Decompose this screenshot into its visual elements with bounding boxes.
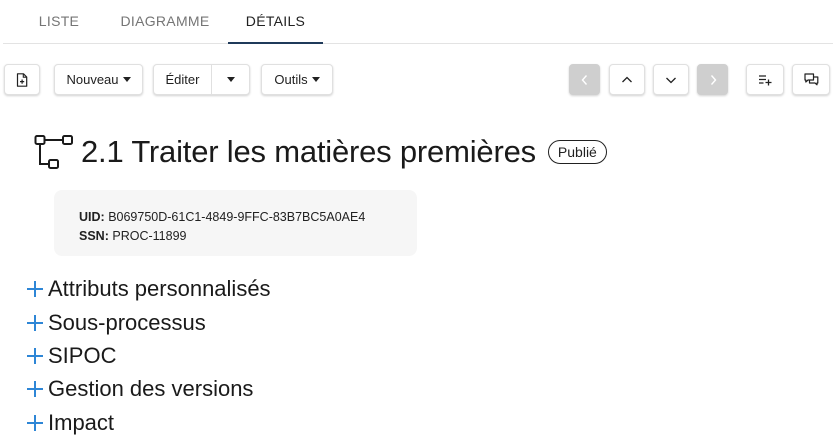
- uid-value: B069750D-61C1-4849-9FFC-83B7BC5A0AE4: [108, 210, 366, 224]
- outils-dropdown-button[interactable]: Outils: [261, 64, 333, 95]
- plus-icon: [27, 281, 43, 297]
- chevron-left-icon: [580, 74, 590, 86]
- ssn-label: SSN:: [79, 229, 109, 243]
- uid-label: UID:: [79, 210, 105, 224]
- identifier-card: UID: B069750D-61C1-4849-9FFC-83B7BC5A0AE…: [54, 190, 417, 256]
- document-button[interactable]: [4, 64, 40, 95]
- editer-button[interactable]: Éditer: [154, 65, 212, 94]
- section-label: Sous-processus: [48, 310, 206, 335]
- section-label: SIPOC: [48, 343, 117, 368]
- caret-down-icon: [122, 77, 131, 82]
- chevron-up-icon: [621, 75, 633, 85]
- previous-button[interactable]: [569, 64, 600, 95]
- ssn-row: SSN: PROC-11899: [79, 227, 417, 246]
- status-badge: Publié: [547, 140, 607, 164]
- nouveau-label: Nouveau: [66, 72, 119, 87]
- nouveau-dropdown-button[interactable]: Nouveau: [54, 64, 143, 95]
- editer-label: Éditer: [165, 72, 200, 87]
- plus-icon: [27, 415, 43, 431]
- section-attributs-personnalises[interactable]: Attributs personnalisés: [27, 274, 271, 304]
- add-to-list-button[interactable]: [746, 64, 784, 95]
- chevron-down-icon: [665, 75, 677, 85]
- editer-dropdown-toggle[interactable]: [212, 65, 249, 94]
- outils-label: Outils: [274, 72, 308, 87]
- plus-icon: [27, 315, 43, 331]
- next-button[interactable]: [697, 64, 728, 95]
- tab-details[interactable]: DÉTAILS: [228, 0, 323, 44]
- comments-button[interactable]: [792, 64, 830, 95]
- page-title: 2.1 Traiter les matières premières: [81, 134, 536, 169]
- section-sipoc[interactable]: SIPOC: [27, 341, 116, 371]
- editer-button-group: Éditer: [153, 64, 250, 95]
- playlist-add-icon: [758, 74, 772, 86]
- caret-down-icon: [311, 77, 320, 82]
- move-down-button[interactable]: [653, 64, 689, 95]
- file-document-icon: [16, 72, 28, 87]
- section-label: Impact: [48, 410, 115, 435]
- comments-icon: [803, 73, 819, 86]
- title-row: 2.1 Traiter les matières premières Publi…: [34, 132, 607, 172]
- section-impact[interactable]: Impact: [27, 408, 114, 438]
- caret-down-icon: [226, 77, 235, 82]
- tab-liste[interactable]: LISTE: [23, 0, 95, 43]
- process-tree-icon: [34, 134, 74, 170]
- plus-icon: [27, 381, 43, 397]
- section-gestion-des-versions[interactable]: Gestion des versions: [27, 374, 253, 404]
- section-label: Attributs personnalisés: [48, 276, 271, 301]
- tab-diagramme[interactable]: DIAGRAMME: [109, 0, 221, 43]
- plus-icon: [27, 348, 43, 364]
- section-label: Gestion des versions: [48, 376, 254, 401]
- section-sous-processus[interactable]: Sous-processus: [27, 308, 206, 338]
- move-up-button[interactable]: [609, 64, 645, 95]
- chevron-right-icon: [708, 74, 718, 86]
- ssn-value: PROC-11899: [112, 229, 187, 243]
- tab-bar: LISTE DIAGRAMME DÉTAILS: [3, 0, 833, 44]
- uid-row: UID: B069750D-61C1-4849-9FFC-83B7BC5A0AE…: [79, 208, 417, 227]
